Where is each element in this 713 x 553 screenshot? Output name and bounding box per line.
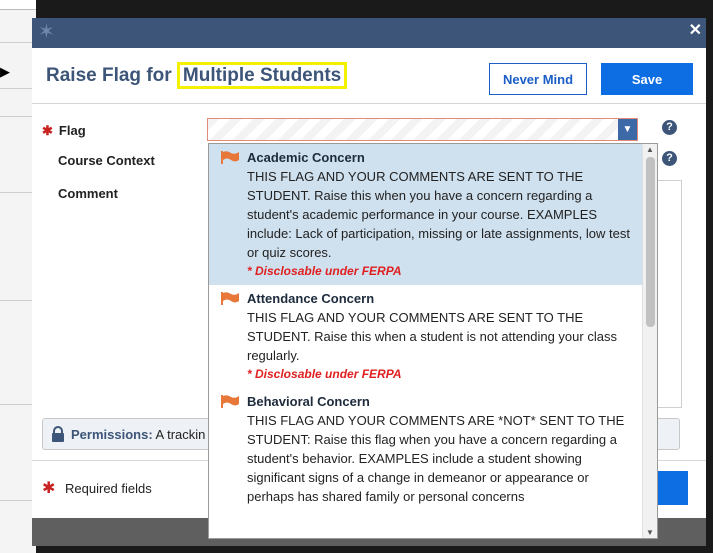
required-star-icon: ✱ (42, 480, 56, 497)
never-mind-button[interactable]: Never Mind (489, 63, 587, 95)
divider (0, 500, 36, 501)
flag-select[interactable]: ▼ (207, 118, 638, 141)
flag-label: ✱ Flag (42, 123, 86, 138)
required-star-icon: ✱ (42, 123, 53, 138)
ferpa-note: * Disclosable under FERPA (247, 264, 402, 278)
flag-dropdown-list[interactable]: Academic Concern THIS FLAG AND YOUR COMM… (208, 143, 658, 539)
dialog-title-highlight: Multiple Students (176, 62, 348, 89)
divider (0, 404, 36, 405)
flag-icon (221, 151, 239, 164)
raise-flag-dialog: ✶ ✕ Raise Flag for Multiple Students Nev… (32, 18, 706, 546)
option-description: THIS FLAG AND YOUR COMMENTS ARE SENT TO … (247, 310, 617, 363)
option-name: Academic Concern (247, 150, 365, 165)
divider (0, 42, 36, 43)
option-description: THIS FLAG AND YOUR COMMENTS ARE SENT TO … (247, 169, 630, 260)
divider (0, 88, 36, 89)
ferpa-note: * Disclosable under FERPA (247, 367, 402, 381)
divider (0, 116, 36, 117)
background-header (0, 0, 36, 10)
dialog-title-prefix: Raise Flag for (46, 65, 177, 86)
dialog-title: Raise Flag for Multiple Students (46, 62, 348, 89)
help-icon[interactable]: ? (662, 120, 677, 135)
background-page: ▶ (0, 0, 36, 553)
star-logo-icon: ✶ (38, 21, 55, 43)
save-button[interactable]: Save (601, 63, 693, 95)
chevron-down-icon[interactable]: ▼ (618, 119, 637, 140)
help-icon[interactable]: ? (662, 151, 677, 166)
required-fields-note: ✱ Required fields (42, 480, 152, 497)
scrollbar-thumb[interactable] (646, 157, 655, 327)
dialog-header: Raise Flag for Multiple Students Never M… (32, 48, 706, 104)
divider (0, 300, 36, 301)
option-name: Behavioral Concern (247, 394, 370, 409)
scroll-down-icon[interactable]: ▼ (646, 528, 654, 537)
list-item[interactable]: Behavioral Concern THIS FLAG AND YOUR CO… (209, 388, 657, 510)
permissions-text: Permissions: A trackin (71, 427, 206, 442)
flag-icon (221, 292, 239, 305)
flag-icon (221, 395, 239, 408)
option-description: THIS FLAG AND YOUR COMMENTS ARE *NOT* SE… (247, 413, 625, 504)
option-name: Attendance Concern (247, 291, 375, 306)
course-context-label: Course Context (58, 153, 155, 168)
list-item[interactable]: Academic Concern THIS FLAG AND YOUR COMM… (209, 144, 657, 285)
dropdown-scrollbar[interactable]: ▲ ▼ (642, 144, 657, 538)
arrow-icon: ▶ (0, 64, 10, 79)
divider (0, 192, 36, 193)
comment-label: Comment (58, 186, 118, 201)
close-icon[interactable]: ✕ (689, 22, 702, 40)
lock-icon (52, 426, 64, 442)
dialog-titlebar: ✶ ✕ (32, 18, 706, 48)
scroll-up-icon[interactable]: ▲ (646, 145, 654, 154)
list-item[interactable]: Attendance Concern THIS FLAG AND YOUR CO… (209, 285, 657, 388)
